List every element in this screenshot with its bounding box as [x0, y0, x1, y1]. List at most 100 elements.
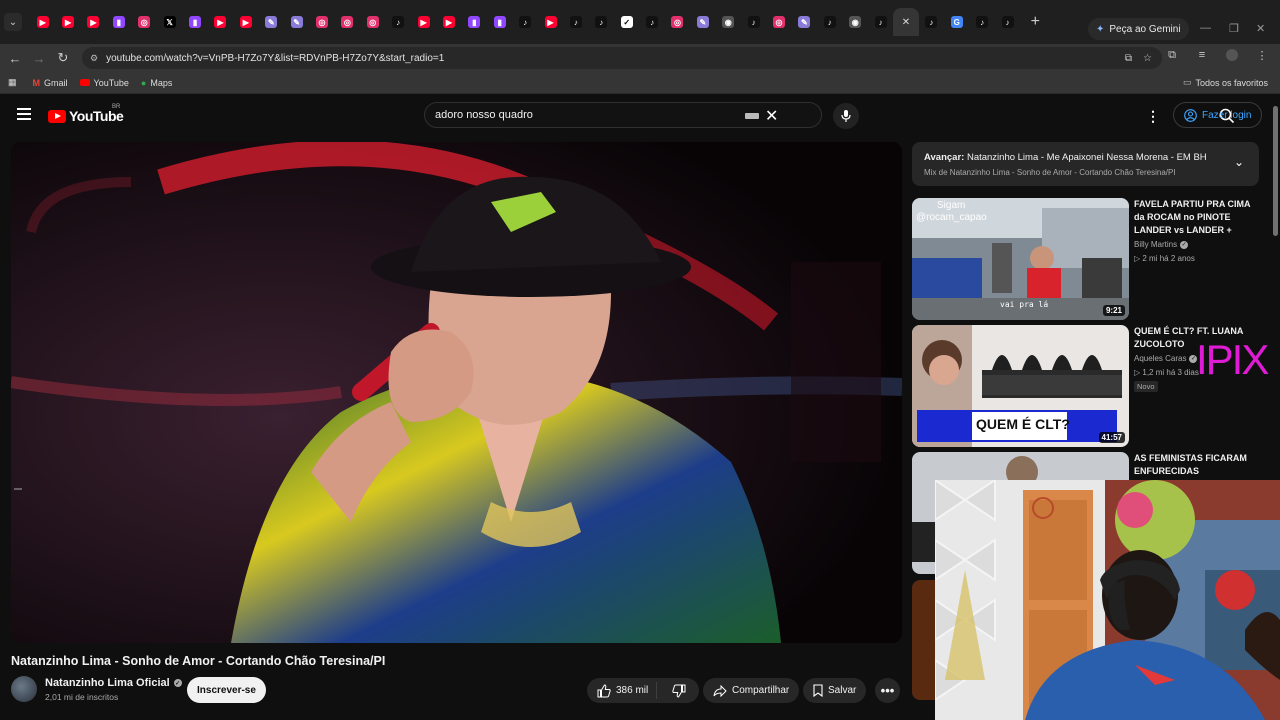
- maps-pin-icon: ●: [140, 77, 147, 88]
- browser-menu-icon[interactable]: ⋮: [1254, 47, 1270, 63]
- browser-tab[interactable]: ▶: [55, 8, 80, 36]
- browser-tab[interactable]: ▶: [81, 8, 106, 36]
- gemini-button[interactable]: ✦ Peça ao Gemini: [1088, 18, 1189, 40]
- youtube-logo[interactable]: YouTube: [48, 108, 124, 124]
- recommendation-channel[interactable]: Aqueles Caras ✓: [1134, 354, 1198, 363]
- apps-grid-icon[interactable]: ▦: [8, 77, 17, 88]
- search-input[interactable]: adoro nosso quadro: [435, 109, 533, 121]
- browser-tab[interactable]: 𝕏: [157, 8, 182, 36]
- browser-tab[interactable]: ◎: [335, 8, 360, 36]
- forward-button[interactable]: →: [27, 46, 51, 70]
- recommendation-channel[interactable]: Billy Martins ✓: [1134, 240, 1189, 249]
- profile-avatar-icon[interactable]: [1224, 47, 1240, 63]
- video-thumbnail[interactable]: QUEM É CLT? 41:57: [912, 325, 1129, 447]
- close-window-button[interactable]: ✕: [1256, 22, 1265, 35]
- search-box[interactable]: adoro nosso quadro ✕: [424, 102, 1235, 128]
- share-button[interactable]: Compartilhar: [703, 678, 800, 703]
- back-button[interactable]: ←: [3, 46, 27, 70]
- stream-overlay-text: IPIX: [1196, 336, 1269, 383]
- recommendation-title[interactable]: FAVELA PARTIU PRA CIMA da ROCAM no PINOT…: [1134, 198, 1256, 237]
- like-button[interactable]: 386 mil: [587, 682, 658, 699]
- browser-tab[interactable]: ▮: [106, 8, 131, 36]
- address-bar[interactable]: ⚙ youtube.com/watch?v=VnPB-H7Zo7Y&list=R…: [82, 47, 1162, 69]
- media-controls-icon[interactable]: ≡: [1194, 47, 1210, 63]
- share-label: Compartilhar: [732, 685, 790, 696]
- browser-tab[interactable]: ▶: [208, 8, 233, 36]
- close-tab-icon[interactable]: ✕: [902, 17, 910, 28]
- browser-tab[interactable]: ▶: [30, 8, 55, 36]
- browser-tab[interactable]: ♪: [868, 8, 893, 36]
- browser-tab[interactable]: ✎: [284, 8, 309, 36]
- bookmark-gmail[interactable]: M Gmail: [33, 78, 68, 88]
- site-info-icon[interactable]: ⚙: [90, 53, 98, 64]
- minimize-window-button[interactable]: —: [1200, 22, 1211, 34]
- install-app-icon[interactable]: ⧉: [1125, 53, 1132, 64]
- browser-tab[interactable]: ♪: [639, 8, 664, 36]
- browser-tab[interactable]: ▶: [538, 8, 563, 36]
- browser-tab[interactable]: ♪: [589, 8, 614, 36]
- bookmark-youtube[interactable]: YouTube: [79, 78, 129, 88]
- browser-tab[interactable]: ✓: [614, 8, 639, 36]
- browser-tab[interactable]: ▶: [233, 8, 258, 36]
- channel-avatar[interactable]: [11, 676, 37, 702]
- video-thumbnail[interactable]: Sigam @rocam_capao vai pra lá 9:21: [912, 198, 1129, 320]
- subscriber-count: 2,01 mi de inscritos: [45, 692, 119, 702]
- voice-search-button[interactable]: [833, 103, 859, 129]
- browser-tab[interactable]: ▮: [182, 8, 207, 36]
- browser-tab[interactable]: ♪: [919, 8, 944, 36]
- browser-tab[interactable]: ◎: [665, 8, 690, 36]
- thumb-caption: vai pra lá: [1000, 300, 1049, 309]
- browser-tab[interactable]: ◉: [843, 8, 868, 36]
- browser-tab[interactable]: ♪: [563, 8, 588, 36]
- save-button[interactable]: Salvar: [803, 678, 867, 703]
- bookmark-maps[interactable]: ● Maps: [141, 78, 172, 88]
- up-next-card[interactable]: Avançar: Natanzinho Lima - Me Apaixonei …: [912, 142, 1259, 186]
- new-tab-button[interactable]: +: [1024, 11, 1046, 33]
- browser-tab[interactable]: ◎: [309, 8, 334, 36]
- scrollbar-thumb[interactable]: [1273, 106, 1278, 236]
- browser-tab[interactable]: ♪: [817, 8, 842, 36]
- all-bookmarks-button[interactable]: ▭ Todos os favoritos: [1183, 77, 1268, 88]
- browser-tab[interactable]: ♪: [741, 8, 766, 36]
- browser-tab[interactable]: ▶: [436, 8, 461, 36]
- browser-tab[interactable]: ▮: [487, 8, 512, 36]
- up-next-title: Avançar: Natanzinho Lima - Me Apaixonei …: [924, 152, 1207, 163]
- browser-tab-active[interactable]: ✕: [893, 8, 919, 36]
- browser-tab[interactable]: ♪: [969, 8, 994, 36]
- browser-tab[interactable]: ▮: [462, 8, 487, 36]
- clear-search-icon[interactable]: ✕: [765, 106, 778, 126]
- recommendation-title[interactable]: AS FEMINISTAS FICARAM ENFURECIDAS: [1134, 452, 1256, 478]
- tab-search-button[interactable]: ⌄: [4, 13, 22, 31]
- channel-name-link[interactable]: Natanzinho Lima Oficial ✓: [45, 677, 182, 689]
- extensions-icon[interactable]: ⧉: [1164, 47, 1180, 63]
- recommendation-item[interactable]: Sigam @rocam_capao vai pra lá 9:21 FAVEL…: [912, 198, 1260, 320]
- browser-tab[interactable]: ▶: [411, 8, 436, 36]
- browser-tab[interactable]: ✎: [690, 8, 715, 36]
- tab-favicon-icon: ♪: [874, 16, 887, 28]
- share-icon: [713, 684, 727, 697]
- browser-tab[interactable]: ✎: [792, 8, 817, 36]
- browser-tab[interactable]: ◎: [766, 8, 791, 36]
- reload-button[interactable]: ↻: [51, 46, 75, 70]
- video-player[interactable]: [11, 142, 902, 643]
- more-actions-button[interactable]: •••: [875, 678, 900, 703]
- bookmark-star-icon[interactable]: ☆: [1143, 53, 1152, 64]
- browser-tab[interactable]: ✎: [259, 8, 284, 36]
- subscribe-button[interactable]: Inscrever-se: [187, 677, 266, 703]
- login-button[interactable]: Fazer login: [1173, 102, 1263, 128]
- browser-tab[interactable]: ♪: [385, 8, 410, 36]
- browser-tab[interactable]: ♪: [512, 8, 537, 36]
- browser-tab[interactable]: G: [944, 8, 969, 36]
- recommendation-meta: ▷ 2 mi há 2 anos: [1134, 254, 1195, 263]
- browser-tab[interactable]: ◎: [132, 8, 157, 36]
- settings-menu-icon[interactable]: ⋮: [1146, 108, 1160, 125]
- browser-tab[interactable]: ♪: [995, 8, 1020, 36]
- dislike-button[interactable]: [662, 684, 696, 698]
- page-scrollbar[interactable]: [1271, 96, 1280, 480]
- maximize-window-button[interactable]: ❐: [1229, 22, 1239, 35]
- browser-tab[interactable]: ◎: [360, 8, 385, 36]
- browser-tab[interactable]: ◉: [716, 8, 741, 36]
- chevron-down-icon[interactable]: ⌄: [1234, 155, 1244, 169]
- keyboard-icon[interactable]: [745, 113, 759, 119]
- menu-icon[interactable]: [17, 108, 31, 123]
